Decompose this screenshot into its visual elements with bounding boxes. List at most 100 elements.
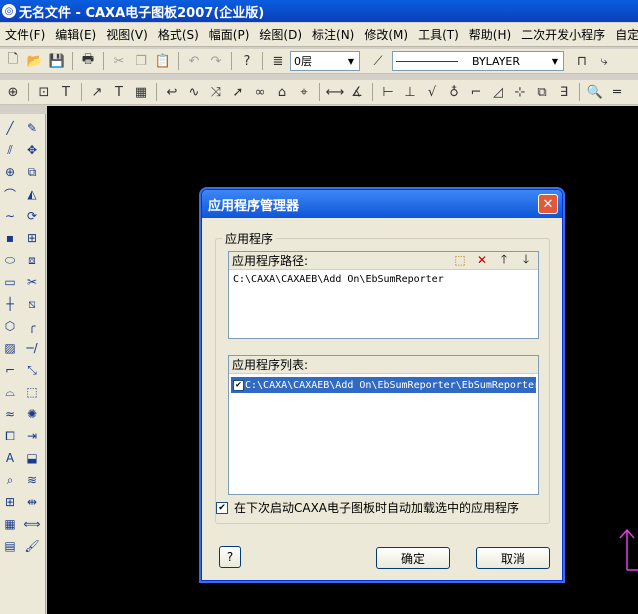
stretch-icon[interactable]: ⧅ [22, 294, 42, 314]
chevron-down-icon[interactable]: ▼ [547, 52, 563, 70]
weld-icon[interactable]: ♁ [444, 82, 464, 102]
curve-icon[interactable]: ∿ [184, 82, 204, 102]
search-icon[interactable]: 🔍 [585, 82, 605, 102]
menu-modify[interactable]: 修改(M) [359, 26, 413, 43]
new-folder-icon[interactable]: ⬚ [452, 252, 468, 268]
linear-dimension-icon[interactable]: ⟷ [325, 82, 345, 102]
brush-icon[interactable]: 🖌 [22, 536, 42, 556]
mirror-icon[interactable]: ◭ [22, 184, 42, 204]
magnet-icon[interactable]: ⊓ [572, 51, 592, 71]
hatch-pattern-icon[interactable]: ▤ [0, 536, 20, 556]
arc-icon[interactable]: ⌒ [0, 184, 20, 204]
text-icon[interactable]: T [109, 82, 129, 102]
ordinate-icon[interactable]: ∃ [554, 82, 574, 102]
save-icon[interactable]: 💾 [47, 51, 67, 71]
dialog-titlebar[interactable]: 应用程序管理器 ✕ [202, 190, 562, 218]
centerline-icon[interactable]: ┼ [0, 294, 20, 314]
text-draw-icon[interactable]: A [0, 448, 20, 468]
linetype-select[interactable]: BYLAYER ▼ [392, 51, 564, 71]
point-icon[interactable]: ▪ [0, 228, 20, 248]
wave-icon[interactable]: ≈ [0, 404, 20, 424]
copy-move-icon[interactable]: ⧉ [22, 162, 42, 182]
offset-icon[interactable]: ⧈ [22, 250, 42, 270]
trim-icon[interactable]: ✂ [22, 272, 42, 292]
dimension-icon[interactable]: ↗ [87, 82, 107, 102]
menu-draw[interactable]: 绘图(D) [254, 26, 307, 43]
ellipse-icon[interactable]: ⬭ [0, 250, 20, 270]
menu-dimension[interactable]: 标注(N) [307, 26, 359, 43]
pan-icon[interactable]: ⊕ [3, 82, 23, 102]
width-icon[interactable]: ⟺ [22, 514, 42, 534]
autoload-checkbox[interactable]: ✔ [216, 501, 228, 514]
target-icon[interactable]: ⌖ [294, 82, 314, 102]
cut-icon[interactable]: ✂ [109, 51, 129, 71]
close-icon[interactable]: ✕ [538, 194, 558, 214]
corner-icon[interactable]: ⌐ [0, 360, 20, 380]
circle-icon[interactable]: ⊕ [0, 162, 20, 182]
redo-icon[interactable]: ↷ [206, 51, 226, 71]
spline-icon[interactable]: ∼ [0, 206, 20, 226]
leader-icon[interactable]: ⌐ [466, 82, 486, 102]
pick-icon[interactable]: ⤷ [594, 51, 614, 71]
menu-help[interactable]: 帮助(H) [464, 26, 516, 43]
measure-icon[interactable]: ═ [607, 82, 627, 102]
new-file-icon[interactable]: 🗋 [3, 51, 23, 71]
menu-custom[interactable]: 自定义 [610, 26, 638, 43]
zoom-window-icon[interactable]: ⊡ [34, 82, 54, 102]
ok-button[interactable]: 确定 [376, 547, 450, 569]
fillet-icon[interactable]: ╭ [22, 316, 42, 336]
arrow-icon[interactable]: ↩ [162, 82, 182, 102]
roughness-icon[interactable]: √ [422, 82, 442, 102]
rotate-icon[interactable]: ⟳ [22, 206, 42, 226]
open-folder-icon[interactable]: 📂 [25, 51, 45, 71]
hatch-icon[interactable]: ▦ [131, 82, 151, 102]
list-item[interactable]: ✔ C:\CAXA\CAXAEB\Add On\EbSumReporter\Eb… [231, 377, 536, 393]
distance-icon[interactable]: ⇹ [22, 492, 42, 512]
chamfer-icon[interactable]: ◿ [488, 82, 508, 102]
grid-icon[interactable]: ▦ [0, 514, 20, 534]
insert-image-icon[interactable]: ⌕ [0, 470, 20, 490]
block-icon[interactable]: ⌂ [272, 82, 292, 102]
scale-icon[interactable]: ⬚ [22, 382, 42, 402]
tolerance-icon[interactable]: ⊢ [378, 82, 398, 102]
menu-format[interactable]: 格式(S) [153, 26, 204, 43]
menu-dev-tools[interactable]: 二次开发小程序 [516, 26, 610, 43]
item-checkbox[interactable]: ✔ [233, 379, 244, 391]
pointer-icon[interactable]: ➚ [228, 82, 248, 102]
line-icon[interactable]: ╱ [0, 118, 20, 138]
align-icon[interactable]: ⇥ [22, 426, 42, 446]
table-icon[interactable]: ⊞ [0, 492, 20, 512]
menu-tools[interactable]: 工具(T) [413, 26, 464, 43]
extend-icon[interactable]: ─/ [22, 338, 42, 358]
center-mark-icon[interactable]: ⊹ [510, 82, 530, 102]
arrow-up-icon[interactable]: 🡑 [496, 252, 512, 268]
break-icon[interactable]: ⧉ [532, 82, 552, 102]
cloud-icon[interactable]: ⌓ [0, 382, 20, 402]
layer-manager-icon[interactable]: ≣ [268, 51, 288, 71]
text-box-icon[interactable]: T [56, 82, 76, 102]
hatch-draw-icon[interactable]: ▨ [0, 338, 20, 358]
rectangle-icon[interactable]: ▭ [0, 272, 20, 292]
explode-icon[interactable]: ✺ [22, 404, 42, 424]
chevron-down-icon[interactable]: ▼ [343, 52, 359, 70]
layer-select[interactable]: 0层 ▼ [290, 51, 360, 71]
autoload-option[interactable]: ✔ 在下次启动CAXA电子图板时自动加载选中的应用程序 [216, 499, 519, 516]
copy-icon[interactable]: ❐ [131, 51, 151, 71]
angle-dimension-icon[interactable]: ∡ [347, 82, 367, 102]
linetype-icon[interactable]: ⟋ [368, 51, 388, 71]
parallel-icon[interactable]: ⫽ [0, 140, 20, 160]
pattern-icon[interactable]: ≋ [22, 470, 42, 490]
print-icon[interactable]: 🖶 [78, 51, 98, 71]
paste-icon[interactable]: 📋 [153, 51, 173, 71]
menu-sheet[interactable]: 幅面(P) [204, 26, 255, 43]
menu-edit[interactable]: 编辑(E) [50, 26, 101, 43]
polyline-icon[interactable]: ⤨ [206, 82, 226, 102]
help-pointer-icon[interactable]: ? [237, 51, 257, 71]
chain-icon[interactable]: ∞ [250, 82, 270, 102]
pencil-icon[interactable]: ✎ [22, 118, 42, 138]
polygon-icon[interactable]: ⬡ [0, 316, 20, 336]
menu-view[interactable]: 视图(V) [101, 26, 153, 43]
cancel-button[interactable]: 取消 [476, 547, 550, 569]
datum-icon[interactable]: ⊥ [400, 82, 420, 102]
arrow-down-icon[interactable]: 🡓 [518, 252, 534, 268]
